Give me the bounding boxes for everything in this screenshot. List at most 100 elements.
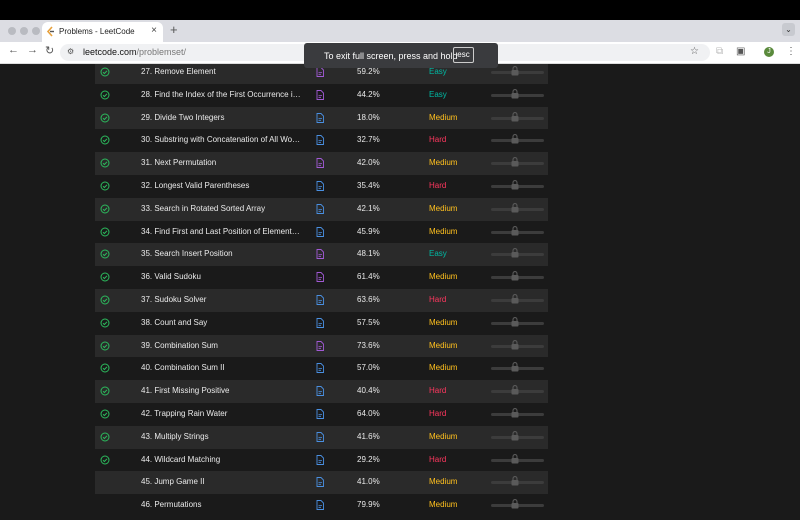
frequency-bar-locked[interactable]: [491, 403, 545, 426]
solution-document-icon[interactable]: [316, 494, 326, 517]
problem-title-link[interactable]: 40. Combination Sum II: [141, 357, 301, 380]
table-row[interactable]: 36. Valid Sudoku 61.4% Medium: [95, 266, 548, 289]
solution-document-icon[interactable]: [316, 84, 326, 107]
table-row[interactable]: 38. Count and Say 57.5% Medium: [95, 311, 548, 335]
url-text[interactable]: leetcode.com/problemset/: [83, 47, 186, 57]
table-row[interactable]: 35. Search Insert Position 48.1% Easy: [95, 243, 548, 267]
solution-document-icon[interactable]: [316, 243, 326, 266]
problem-title-link[interactable]: 29. Divide Two Integers: [141, 107, 301, 130]
solution-document-icon[interactable]: [316, 175, 326, 198]
solution-document-icon[interactable]: [316, 221, 326, 244]
frequency-bar-locked[interactable]: [491, 289, 545, 312]
frequency-bar-locked[interactable]: [491, 107, 545, 130]
table-row[interactable]: 44. Wildcard Matching 29.2% Hard: [95, 448, 548, 472]
table-row[interactable]: 34. Find First and Last Position of Elem…: [95, 220, 548, 244]
problem-title-link[interactable]: 41. First Missing Positive: [141, 380, 301, 403]
problem-title-link[interactable]: 39. Combination Sum: [141, 335, 301, 358]
table-row[interactable]: 42. Trapping Rain Water 64.0% Hard: [95, 402, 548, 426]
table-row[interactable]: 30. Substring with Concatenation of All …: [95, 129, 548, 153]
frequency-bar-locked[interactable]: [491, 357, 545, 380]
profile-avatar[interactable]: J: [764, 47, 774, 57]
frequency-bar-locked[interactable]: [491, 494, 545, 517]
bookmark-star-icon[interactable]: ☆: [690, 46, 699, 57]
table-row[interactable]: 37. Sudoku Solver 63.6% Hard: [95, 288, 548, 312]
solution-document-icon[interactable]: [316, 312, 326, 335]
window-minimize-dot[interactable]: [20, 27, 28, 35]
solution-document-icon[interactable]: [316, 107, 326, 130]
problem-title-link[interactable]: 37. Sudoku Solver: [141, 289, 301, 312]
frequency-bar-locked[interactable]: [491, 243, 545, 266]
solution-document-icon[interactable]: [316, 471, 326, 494]
frequency-bar-locked[interactable]: [491, 380, 545, 403]
solution-document-icon[interactable]: [316, 129, 326, 152]
back-arrow-icon[interactable]: ←: [8, 44, 19, 56]
table-row[interactable]: 41. First Missing Positive 40.4% Hard: [95, 380, 548, 403]
window-zoom-dot[interactable]: [32, 27, 40, 35]
solution-document-icon[interactable]: [316, 403, 326, 426]
extensions-puzzle-icon[interactable]: ▣: [736, 46, 745, 57]
table-row[interactable]: 43. Multiply Strings 41.6% Medium: [95, 425, 548, 449]
table-row[interactable]: 31. Next Permutation 42.0% Medium: [95, 152, 548, 175]
problem-title-link[interactable]: 33. Search in Rotated Sorted Array: [141, 198, 301, 221]
forward-arrow-icon[interactable]: →: [27, 44, 38, 56]
table-row[interactable]: 29. Divide Two Integers 18.0% Medium: [95, 106, 548, 130]
frequency-bar-locked[interactable]: [491, 84, 545, 107]
tab-close-icon[interactable]: ×: [151, 25, 157, 36]
problem-title-link[interactable]: 28. Find the Index of the First Occurren…: [141, 84, 301, 107]
problem-title-link[interactable]: 45. Jump Game II: [141, 471, 301, 494]
table-row[interactable]: 33. Search in Rotated Sorted Array 42.1% M…: [95, 197, 548, 221]
table-row[interactable]: 40. Combination Sum II 57.0% Medium: [95, 357, 548, 381]
frequency-bar-locked[interactable]: [491, 129, 545, 152]
frequency-bar-locked[interactable]: [491, 312, 545, 335]
table-row[interactable]: 39. Combination Sum 73.6% Medium: [95, 334, 548, 358]
problem-title-link[interactable]: 46. Permutations: [141, 494, 301, 517]
problem-title-link[interactable]: 31. Next Permutation: [141, 152, 301, 175]
solution-document-icon[interactable]: [316, 198, 326, 221]
table-row[interactable]: 46. Permutations 79.9% Medium: [95, 494, 548, 517]
window-close-dot[interactable]: [8, 27, 16, 35]
solution-document-icon[interactable]: [316, 380, 326, 403]
new-tab-button[interactable]: +: [170, 22, 178, 37]
frequency-bar-locked[interactable]: [491, 64, 545, 84]
frequency-bar-locked[interactable]: [491, 175, 545, 198]
problem-title-link[interactable]: 34. Find First and Last Position of Elem…: [141, 221, 301, 244]
browser-tab-problems[interactable]: Problems - LeetCode ×: [42, 22, 163, 42]
problem-title-link[interactable]: 30. Substring with Concatenation of All …: [141, 129, 301, 152]
table-row[interactable]: 32. Longest Valid Parentheses 35.4% Hard: [95, 174, 548, 198]
solution-document-icon[interactable]: [316, 335, 326, 358]
solution-document-icon[interactable]: [316, 357, 326, 380]
frequency-bar-locked[interactable]: [491, 426, 545, 449]
frequency-bar-locked[interactable]: [491, 266, 545, 289]
extension-icon[interactable]: ⧉: [716, 46, 723, 57]
status-empty: [100, 471, 112, 494]
problem-title-link[interactable]: 44. Wildcard Matching: [141, 449, 301, 472]
problem-title-link[interactable]: 43. Multiply Strings: [141, 426, 301, 449]
reload-icon[interactable]: ↻: [45, 44, 54, 57]
frequency-bar-locked[interactable]: [491, 198, 545, 221]
table-row[interactable]: 28. Find the Index of the First Occurren…: [95, 83, 548, 107]
browser-menu-icon[interactable]: ⋮: [786, 46, 796, 57]
solution-document-icon[interactable]: [316, 449, 326, 472]
problem-title-link[interactable]: 27. Remove Element: [141, 64, 301, 84]
problem-title-link[interactable]: 36. Valid Sudoku: [141, 266, 301, 289]
difficulty-label: Medium: [429, 431, 458, 441]
problem-title-link[interactable]: 38. Count and Say: [141, 312, 301, 335]
frequency-bar-locked[interactable]: [491, 221, 545, 244]
solved-check-icon: [100, 289, 112, 312]
site-info-icon[interactable]: ⚙: [67, 47, 77, 57]
table-row[interactable]: 45. Jump Game II 41.0% Medium: [95, 471, 548, 495]
frequency-bar-locked[interactable]: [491, 335, 545, 358]
frequency-bar-locked[interactable]: [491, 449, 545, 472]
solution-document-icon[interactable]: [316, 152, 326, 175]
problem-title-link[interactable]: 35. Search Insert Position: [141, 243, 301, 266]
problem-title-link[interactable]: 42. Trapping Rain Water: [141, 403, 301, 426]
solution-document-icon[interactable]: [316, 426, 326, 449]
difficulty-label: Medium: [429, 500, 458, 510]
frequency-bar-locked[interactable]: [491, 471, 545, 494]
solution-document-icon[interactable]: [316, 266, 326, 289]
frequency-bar-locked[interactable]: [491, 152, 545, 175]
lock-icon: [511, 476, 519, 486]
solution-document-icon[interactable]: [316, 289, 326, 312]
tab-search-chevron-icon[interactable]: ⌄: [782, 23, 795, 36]
problem-title-link[interactable]: 32. Longest Valid Parentheses: [141, 175, 301, 198]
